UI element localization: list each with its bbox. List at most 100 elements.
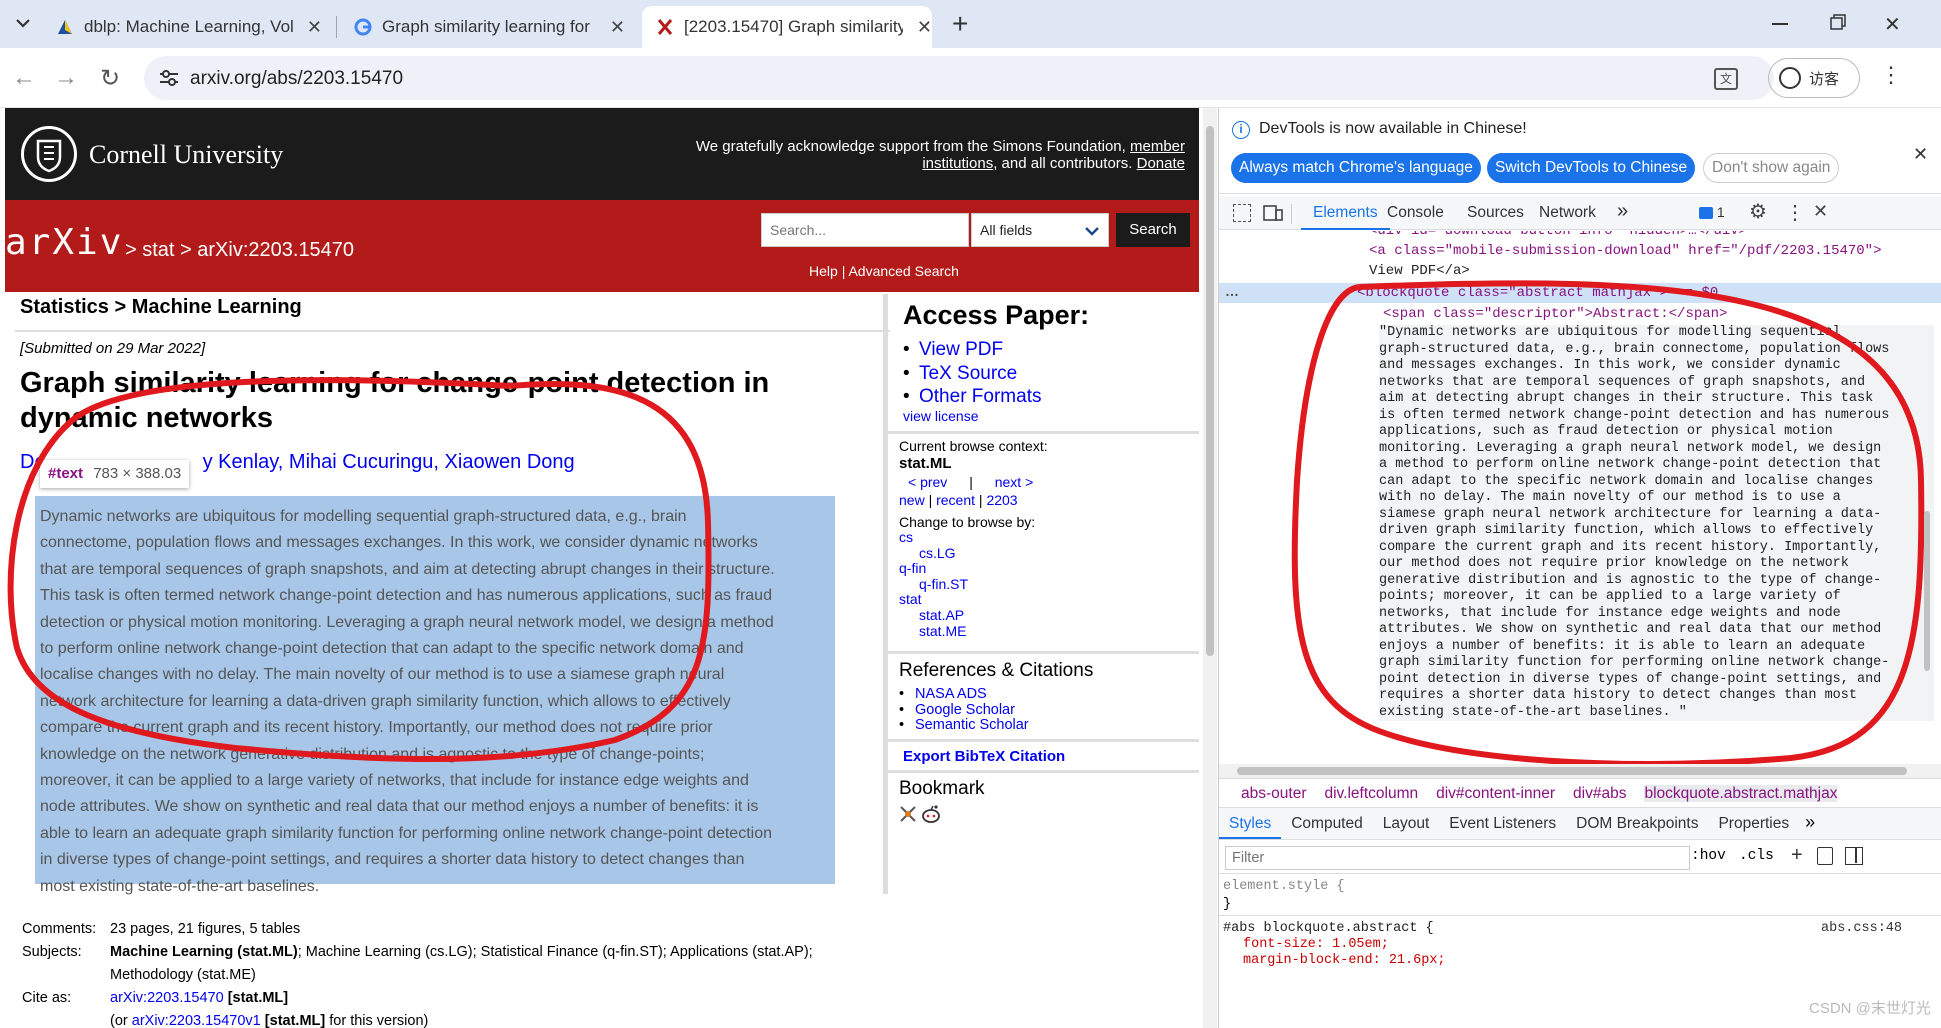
browse-by-link[interactable]: stat [899, 592, 968, 608]
dom-node-descriptor[interactable]: <span class="descriptor">Abstract:</span… [1383, 304, 1727, 325]
search-input[interactable] [761, 213, 969, 247]
close-window-icon[interactable]: ✕ [1884, 12, 1901, 37]
dom-node-download-info[interactable]: <div id="download-button-info" hidden>…<… [1369, 231, 1747, 242]
styles-filter-input[interactable] [1225, 846, 1690, 870]
element-style-rule[interactable]: element.style { [1223, 879, 1345, 895]
dom-breadcrumb-item[interactable]: div.leftcolumn [1324, 785, 1418, 802]
cite-version-link[interactable]: arXiv:2203.15470v1 [132, 1013, 261, 1028]
new-link[interactable]: new [899, 492, 925, 508]
new-rule-icon[interactable]: + [1791, 844, 1803, 867]
guest-profile-button[interactable]: 访客 [1768, 58, 1860, 98]
styles-tab[interactable]: Event Listeners [1439, 808, 1566, 839]
cornell-name[interactable]: Cornell University [89, 140, 283, 170]
tab-network[interactable]: Network [1539, 204, 1596, 222]
tab-dblp[interactable]: dblp: Machine Learning, Volu ✕ [42, 6, 322, 48]
tab-arxiv[interactable]: [2203.15470] Graph similarity ✕ [642, 6, 932, 48]
cls-toggle[interactable]: .cls [1739, 848, 1774, 864]
rule-prop-margin[interactable]: margin-block-end: 21.6px; [1243, 953, 1446, 969]
next-link[interactable]: next > [995, 474, 1034, 490]
reddit-icon[interactable] [921, 804, 941, 824]
url-text[interactable]: arxiv.org/abs/2203.15470 [190, 68, 403, 90]
google-scholar-link[interactable]: • Google Scholar [899, 702, 1029, 719]
back-icon[interactable]: ← [12, 64, 36, 92]
more-styles-tabs-icon[interactable]: » [1799, 812, 1821, 832]
styles-tab[interactable]: Styles [1219, 808, 1282, 839]
always-match-button[interactable]: Always match Chrome's language [1231, 153, 1481, 183]
scrollbar-thumb[interactable] [1206, 126, 1214, 656]
browser-menu-icon[interactable]: ⋮ [1880, 62, 1902, 88]
nasa-ads-link[interactable]: • NASA ADS [899, 686, 1029, 703]
browse-by-link[interactable]: q-fin [899, 561, 968, 577]
new-tab-button[interactable]: + [952, 8, 968, 40]
other-formats-link[interactable]: • Other Formats [903, 385, 1041, 409]
cite-link[interactable]: arXiv:2203.15470 [110, 990, 224, 1006]
styles-tab[interactable]: DOM Breakpoints [1566, 808, 1708, 839]
reload-icon[interactable]: ↻ [100, 64, 120, 93]
translate-icon[interactable]: 文 [1714, 68, 1738, 90]
dom-text-node[interactable]: "Dynamic networks are ubiquitous for mod… [1379, 325, 1934, 721]
styles-tab[interactable]: Properties [1708, 808, 1799, 839]
search-field-select[interactable]: All fields [971, 213, 1109, 247]
paint-icon[interactable] [1817, 847, 1833, 865]
sidebar-toggle-icon[interactable] [1845, 847, 1863, 865]
dom-node-view-pdf[interactable]: View PDF</a> [1369, 261, 1470, 282]
dom-breadcrumb-item[interactable]: div#abs [1573, 785, 1626, 802]
arxiv-logo[interactable]: arXiv [5, 222, 123, 263]
advanced-search-link[interactable]: Advanced Search [848, 263, 959, 279]
device-toolbar-icon[interactable] [1263, 204, 1283, 222]
switch-chinese-button[interactable]: Switch DevTools to Chinese [1487, 153, 1696, 183]
devtools-menu-icon[interactable]: ⋮ [1785, 200, 1805, 225]
issues-badge[interactable]: 1 [1699, 204, 1725, 220]
year-link[interactable]: 2203 [986, 492, 1017, 508]
help-link[interactable]: Help [809, 263, 838, 279]
browse-by-link[interactable]: stat.ME [899, 623, 968, 640]
tab-console[interactable]: Console [1387, 204, 1444, 222]
tab-elements[interactable]: Elements [1301, 196, 1390, 230]
semantic-scholar-link[interactable]: • Semantic Scholar [899, 717, 1029, 734]
more-tabs-icon[interactable]: » [1617, 200, 1628, 223]
dom-ellipsis-icon[interactable]: … [1225, 283, 1239, 299]
page-scrollbar[interactable] [1203, 108, 1217, 1028]
browse-by-link[interactable]: q-fin.ST [899, 576, 968, 593]
site-info-icon[interactable] [158, 68, 180, 88]
export-bibtex-link[interactable]: Export BibTeX Citation [903, 748, 1065, 765]
dom-node-mobile-download[interactable]: <a class="mobile-submission-download" hr… [1369, 241, 1881, 262]
inspect-element-icon[interactable] [1233, 204, 1251, 222]
tex-source-link[interactable]: • TeX Source [903, 362, 1041, 386]
rule-prop-font-size[interactable]: font-size: 1.05em; [1243, 937, 1389, 953]
styles-tab[interactable]: Computed [1281, 808, 1373, 839]
dont-show-button[interactable]: Don't show again [1703, 153, 1840, 183]
search-button[interactable]: Search [1116, 213, 1190, 247]
forward-icon[interactable]: → [54, 64, 78, 92]
bibsonomy-icon[interactable] [899, 805, 917, 823]
tab-google[interactable]: Graph similarity learning for ✕ [340, 6, 625, 48]
browse-by-link[interactable]: cs [899, 529, 968, 546]
banner-close-icon[interactable]: ✕ [1913, 144, 1928, 165]
view-license-link[interactable]: view license [903, 408, 978, 424]
dom-scrollbar[interactable] [1922, 351, 1932, 751]
tab-close-icon[interactable]: ✕ [917, 17, 932, 38]
minimize-icon[interactable] [1772, 23, 1788, 25]
omnibox[interactable]: arxiv.org/abs/2203.15470 [144, 56, 1774, 100]
restore-icon[interactable] [1830, 14, 1846, 30]
dom-breadcrumb-item[interactable]: blockquote.abstract.mathjax [1644, 785, 1838, 802]
dom-breadcrumb-item[interactable]: div#content-inner [1436, 785, 1555, 802]
dom-horizontal-scrollbar[interactable] [1219, 764, 1941, 778]
dom-breadcrumb-item[interactable]: abs-outer [1241, 785, 1306, 802]
author-links[interactable]: y Kenlay, Mihai Cucuringu, Xiaowen Dong [203, 451, 575, 473]
dom-node-blockquote[interactable]: <blockquote class="abstract mathjax"> ==… [1357, 283, 1718, 304]
settings-gear-icon[interactable]: ⚙ [1749, 199, 1767, 224]
tab-sources[interactable]: Sources [1467, 204, 1524, 222]
tab-list-chevron-icon[interactable] [12, 12, 34, 34]
institutions-link[interactable]: institutions [922, 155, 993, 172]
view-pdf-link[interactable]: • View PDF [903, 338, 1041, 362]
abs-blockquote-rule-selector[interactable]: #abs blockquote.abstract { [1223, 921, 1434, 937]
tab-close-icon[interactable]: ✕ [610, 17, 625, 38]
donate-link[interactable]: Donate [1137, 155, 1185, 172]
rule-source-link[interactable]: abs.css:48 [1821, 921, 1902, 937]
devtools-close-icon[interactable]: ✕ [1813, 201, 1828, 222]
hov-toggle[interactable]: :hov [1691, 848, 1726, 864]
recent-link[interactable]: recent [936, 492, 975, 508]
prev-link[interactable]: < prev [908, 474, 947, 490]
browse-by-link[interactable]: cs.LG [899, 545, 968, 562]
